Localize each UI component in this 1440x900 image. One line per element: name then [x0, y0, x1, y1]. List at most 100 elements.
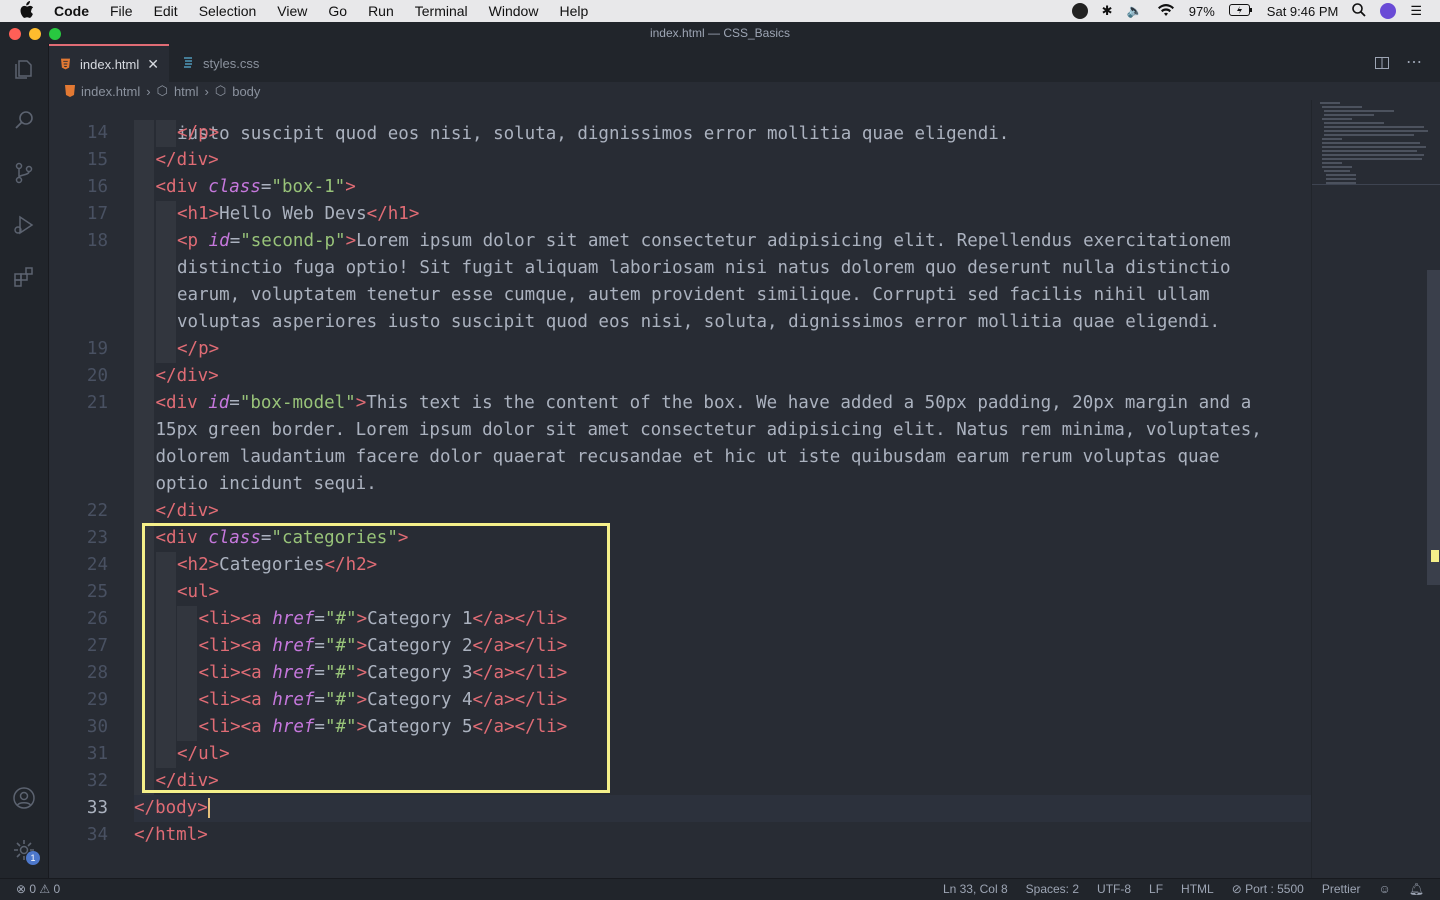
line-number: 14 — [86, 123, 108, 143]
code-token: This text is the content of the box. We … — [366, 393, 1252, 413]
tab-styles-css[interactable]: styles.css — [171, 44, 281, 82]
code-text: dolorem laudantium facere dolor quaerat … — [156, 444, 1220, 471]
control-center-icon[interactable]: ☰ — [1410, 3, 1422, 19]
code-line: optio incidunt sequi. — [49, 471, 1311, 498]
tab-index-html[interactable]: index.html ✕ — [49, 44, 169, 82]
wifi-icon[interactable] — [1157, 3, 1175, 20]
code-line: 18 <p id="second-p">Lorem ipsum dolor sit… — [49, 228, 1311, 255]
menu-view[interactable]: View — [277, 3, 307, 19]
menu-terminal[interactable]: Terminal — [415, 3, 468, 19]
menu-edit[interactable]: Edit — [154, 3, 178, 19]
code-token: "box-1" — [271, 177, 346, 197]
breadcrumb: index.html › ⬡ html › ⬡ body — [49, 82, 260, 100]
editor-tab-bar: index.html ✕ styles.css ⋯ — [49, 44, 1440, 82]
menu-help[interactable]: Help — [559, 3, 588, 19]
breadcrumb-item-html[interactable]: html — [174, 84, 199, 99]
code-token: = — [260, 177, 272, 197]
spotlight-search-icon[interactable] — [1352, 2, 1366, 20]
minimize-window-button[interactable] — [29, 28, 41, 40]
cursor-position[interactable]: Ln 33, Col 8 — [943, 879, 1008, 900]
breadcrumb-item-body[interactable]: body — [232, 84, 260, 99]
settings-update-badge: 1 — [26, 851, 40, 865]
status-check-icon[interactable] — [1071, 3, 1088, 19]
minimap-preview — [1312, 102, 1440, 585]
bluetooth-icon[interactable]: ✱ — [1102, 3, 1113, 19]
indent-guide — [134, 336, 154, 363]
code-line-partial: iusto suscipit quod eos nisi, soluta, di… — [49, 100, 1311, 144]
code-text: earum, voluptatem tenetur esse cumque, a… — [177, 282, 1210, 309]
code-text: <div id="box-model">This text is the con… — [156, 390, 1252, 417]
code-line: 22 </div> — [49, 498, 1311, 525]
indent-guide — [134, 309, 154, 336]
close-window-button[interactable] — [9, 28, 21, 40]
close-tab-icon[interactable]: ✕ — [147, 56, 159, 73]
battery-icon[interactable] — [1228, 3, 1253, 19]
menu-window[interactable]: Window — [489, 3, 539, 19]
chevron-right-icon: › — [146, 83, 151, 99]
run-debug-icon[interactable] — [12, 213, 36, 237]
apple-icon[interactable] — [18, 0, 38, 22]
indent-guide — [134, 228, 154, 255]
css-file-icon — [184, 57, 192, 68]
indent-guide — [134, 363, 154, 390]
split-editor-icon[interactable] — [1374, 55, 1390, 71]
line-number: 21 — [86, 393, 108, 413]
indent-guide — [134, 390, 154, 417]
menu-file[interactable]: File — [110, 3, 133, 19]
code-line: 15px green border. Lorem ipsum dolor sit… — [49, 417, 1311, 444]
symbol-element-icon: ⬡ — [156, 83, 168, 98]
language-mode[interactable]: HTML — [1181, 879, 1214, 900]
volume-icon[interactable]: 🔈 — [1127, 3, 1143, 19]
notifications-bell-icon[interactable]: 🔔︎ — [1409, 879, 1424, 900]
code-token: class — [208, 177, 261, 197]
explorer-icon[interactable] — [12, 57, 36, 81]
code-line: 34 </html> — [49, 822, 1311, 849]
prettier-formatter[interactable]: Prettier — [1322, 879, 1361, 900]
menu-selection[interactable]: Selection — [199, 3, 257, 19]
code-token: </p> — [177, 123, 220, 143]
line-number: 19 — [86, 339, 108, 359]
clock[interactable]: Sat 9:46 PM — [1267, 4, 1339, 19]
feedback-icon[interactable]: ☺ — [1379, 879, 1391, 900]
window-title-bar: index.html — CSS_Basics — [0, 22, 1440, 44]
maximize-window-button[interactable] — [49, 28, 61, 40]
code-text: </div> — [156, 147, 219, 174]
extensions-icon[interactable] — [12, 265, 36, 289]
line-number: 33 — [86, 798, 108, 818]
minimap[interactable] — [1311, 100, 1440, 878]
file-encoding[interactable]: UTF-8 — [1097, 879, 1131, 900]
code-token: optio incidunt sequi. — [155, 474, 377, 494]
source-control-icon[interactable] — [12, 161, 36, 185]
problems-indicator[interactable]: ⊗ 0 ⚠ 0 — [16, 879, 60, 900]
account-icon[interactable] — [12, 786, 36, 810]
breadcrumb-item-file[interactable]: index.html — [81, 84, 140, 99]
code-text: voluptas asperiores iusto suscipit quod … — [177, 309, 1220, 336]
code-token: = — [229, 231, 241, 251]
code-token: </p> — [177, 339, 220, 359]
code-token: </h1> — [366, 204, 420, 224]
code-line: 33 </body> — [49, 795, 1311, 822]
more-actions-icon[interactable]: ⋯ — [1406, 52, 1422, 72]
menu-go[interactable]: Go — [328, 3, 347, 19]
line-number: 30 — [86, 717, 108, 737]
tab-label: index.html — [80, 56, 140, 72]
indentation-setting[interactable]: Spaces: 2 — [1026, 879, 1079, 900]
code-token: <div — [155, 393, 209, 413]
menu-app-code[interactable]: Code — [54, 3, 89, 19]
indent-guide — [134, 201, 154, 228]
indent-guide — [134, 417, 154, 444]
status-bar: ⊗ 0 ⚠ 0 Ln 33, Col 8 Spaces: 2 UTF-8 LF … — [0, 878, 1440, 900]
indent-guide — [134, 147, 154, 174]
code-line: earum, voluptatem tenetur esse cumque, a… — [49, 282, 1311, 309]
chevron-right-icon: › — [204, 83, 209, 99]
code-token: > — [355, 393, 367, 413]
text-cursor — [207, 798, 210, 818]
code-editor[interactable]: iusto suscipit quod eos nisi, soluta, di… — [49, 100, 1311, 878]
live-server-port[interactable]: ⊘ Port : 5500 — [1232, 879, 1304, 900]
siri-icon[interactable] — [1380, 3, 1397, 19]
code-token: <h1> — [177, 204, 220, 224]
menu-run[interactable]: Run — [368, 3, 394, 19]
code-token: id — [208, 231, 230, 251]
search-icon[interactable] — [12, 108, 36, 132]
end-of-line[interactable]: LF — [1149, 879, 1163, 900]
